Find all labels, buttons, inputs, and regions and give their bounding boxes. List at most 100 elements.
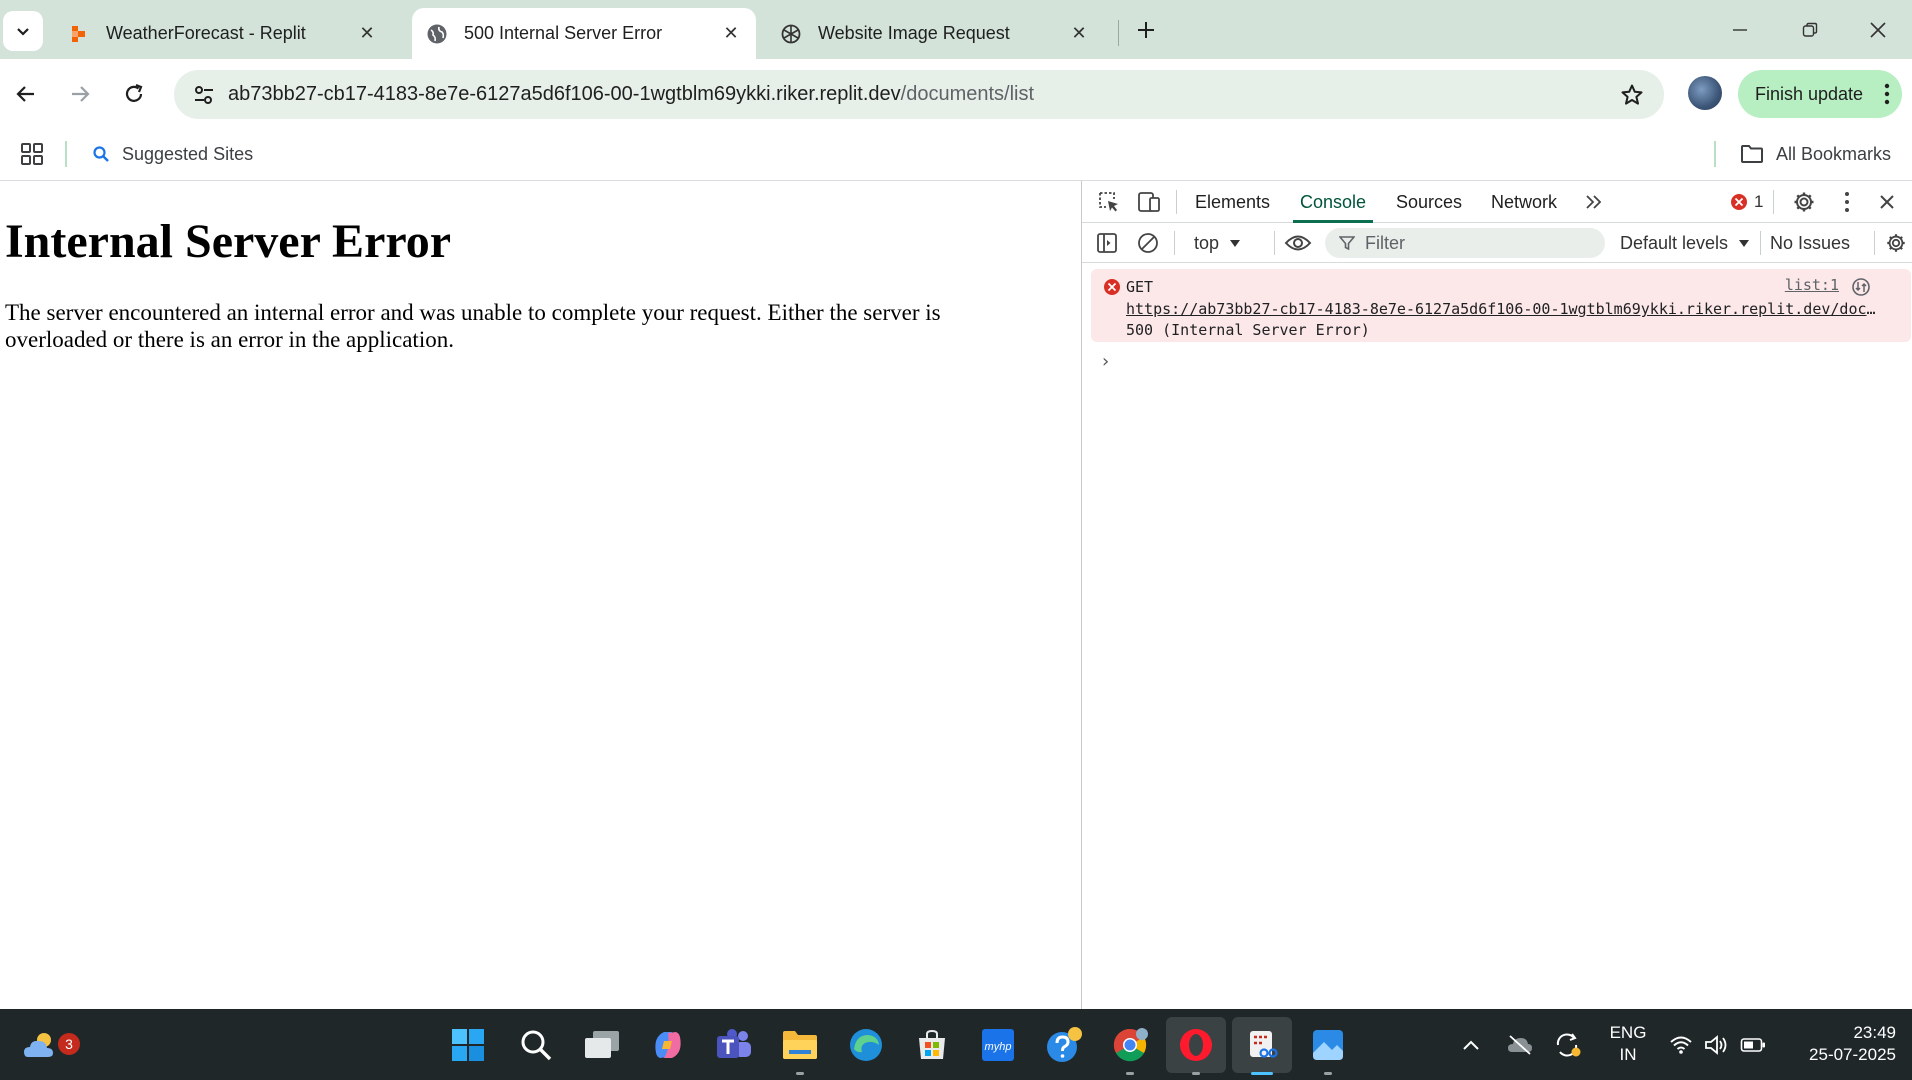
issues-counter[interactable]: No Issues (1770, 230, 1850, 256)
start-button[interactable] (446, 1023, 490, 1067)
input-language-button[interactable]: ENG IN (1603, 1022, 1653, 1066)
search-button[interactable] (514, 1023, 558, 1067)
clear-console-button[interactable] (1133, 228, 1163, 258)
myhp-button[interactable]: myhp (976, 1023, 1020, 1067)
show-hidden-icons-button[interactable] (1456, 1009, 1486, 1080)
wifi-button[interactable] (1666, 1009, 1696, 1080)
devtools-tab-sources[interactable]: Sources (1396, 181, 1462, 223)
error-message: The server encountered an internal error… (5, 300, 941, 352)
chrome-button[interactable] (1108, 1023, 1152, 1075)
error-counter[interactable]: 1 (1730, 192, 1763, 212)
tab-search-button[interactable] (3, 11, 43, 51)
edge-button[interactable] (844, 1023, 888, 1067)
chrome-icon (1113, 1028, 1148, 1062)
address-bar[interactable]: ab73bb27-cb17-4183-8e7e-6127a5d6f106-00-… (174, 70, 1664, 119)
battery-button[interactable] (1738, 1009, 1768, 1080)
more-tabs-button[interactable] (1579, 187, 1609, 217)
cloud-offline-icon (1508, 1034, 1532, 1055)
copilot-button[interactable] (646, 1023, 690, 1067)
site-info-button[interactable] (180, 75, 228, 115)
copilot-icon (655, 1032, 681, 1058)
taskbar: 3 myhp ENG IN 23:49 25-07-2025 (0, 1009, 1912, 1080)
profile-avatar[interactable] (1688, 76, 1722, 110)
forward-button[interactable] (60, 74, 100, 114)
devtools-tab-network[interactable]: Network (1491, 181, 1557, 223)
devtools-tab-console[interactable]: Console (1292, 181, 1374, 223)
folder-icon (783, 1031, 817, 1059)
error-icon (1104, 279, 1120, 295)
minimize-button[interactable] (1720, 12, 1760, 48)
block-icon (1138, 233, 1158, 253)
reload-button[interactable] (114, 74, 154, 114)
device-toolbar-button[interactable] (1134, 187, 1164, 217)
network-request-icon[interactable] (1851, 277, 1871, 297)
battery-icon (1740, 1037, 1765, 1052)
inspect-element-button[interactable] (1094, 187, 1124, 217)
url-text[interactable]: ab73bb27-cb17-4183-8e7e-6127a5d6f106-00-… (228, 83, 1034, 106)
volume-icon (1705, 1034, 1727, 1055)
tab-weatherforecast[interactable]: WeatherForecast - Replit ✕ (54, 8, 392, 59)
log-levels-dropdown[interactable]: Default levels (1620, 230, 1750, 256)
close-tab-icon[interactable]: ✕ (720, 23, 742, 45)
snipping-tool-icon (1250, 1031, 1278, 1058)
clock-button[interactable]: 23:49 25-07-2025 (1786, 1022, 1896, 1066)
console-filter-input[interactable]: Filter (1325, 228, 1605, 258)
photos-icon (1313, 1030, 1343, 1060)
devtools-tab-bar: Elements Console Sources Network 1 (1082, 181, 1912, 223)
console-settings-button[interactable] (1881, 228, 1911, 258)
browser-toolbar: ab73bb27-cb17-4183-8e7e-6127a5d6f106-00-… (0, 59, 1912, 129)
snipping-tool-button[interactable] (1232, 1017, 1292, 1075)
devtools-menu-button[interactable] (1832, 187, 1862, 217)
filter-placeholder: Filter (1365, 232, 1405, 253)
live-expression-button[interactable] (1283, 228, 1313, 258)
tab-website-image-request[interactable]: Website Image Request ✕ (766, 8, 1104, 59)
close-tab-icon[interactable]: ✕ (1068, 23, 1090, 45)
tab-500-error[interactable]: 500 Internal Server Error ✕ (412, 8, 756, 59)
folder-icon (1741, 145, 1763, 163)
microsoft-store-button[interactable] (910, 1023, 954, 1067)
close-devtools-button[interactable] (1872, 187, 1902, 217)
back-button[interactable] (6, 74, 46, 114)
more-vert-icon[interactable] (1884, 82, 1890, 106)
sync-button[interactable] (1550, 1009, 1586, 1080)
bookmark-star-button[interactable] (1614, 77, 1650, 113)
toolbar-divider (1773, 190, 1774, 214)
finish-update-button[interactable]: Finish update (1738, 70, 1902, 118)
restore-button[interactable] (1790, 12, 1830, 48)
tab-strip: WeatherForecast - Replit ✕ 500 Internal … (0, 0, 1912, 59)
context-selector[interactable]: top (1194, 230, 1241, 256)
photos-button[interactable] (1306, 1023, 1350, 1075)
inspect-icon (1099, 192, 1118, 212)
toolbar-divider (1874, 231, 1875, 255)
volume-button[interactable] (1702, 1009, 1732, 1080)
task-view-icon (585, 1031, 619, 1058)
get-help-button[interactable] (1042, 1023, 1086, 1067)
wifi-icon (1670, 1036, 1692, 1054)
close-tab-icon[interactable]: ✕ (356, 23, 378, 45)
onedrive-button[interactable] (1502, 1009, 1538, 1080)
request-url-link[interactable]: https://ab73bb27-cb17-4183-8e7e-6127a5d6… (1126, 300, 1876, 318)
devtools-tab-elements[interactable]: Elements (1195, 181, 1270, 223)
console-prompt[interactable]: › (1100, 351, 1111, 372)
file-explorer-button[interactable] (778, 1023, 822, 1075)
bookmark-suggested-sites[interactable]: Suggested Sites (92, 139, 253, 169)
svg-text:myhp: myhp (985, 1041, 1012, 1053)
opera-button[interactable] (1166, 1017, 1226, 1075)
source-link[interactable]: list:1 (1785, 276, 1839, 294)
weather-widget-button[interactable]: 3 (18, 1023, 80, 1067)
bookmarks-divider (65, 141, 67, 167)
teams-button[interactable] (712, 1023, 756, 1067)
running-indicator (1126, 1072, 1134, 1075)
tune-icon (195, 85, 213, 104)
all-bookmarks-button[interactable]: All Bookmarks (1740, 139, 1891, 169)
edge-icon (850, 1029, 882, 1061)
notification-badge: 3 (58, 1033, 80, 1055)
close-window-button[interactable] (1858, 12, 1898, 48)
show-sidebar-button[interactable] (1092, 228, 1122, 258)
teams-icon (717, 1029, 751, 1058)
devtools-settings-button[interactable] (1789, 187, 1819, 217)
console-error-message: GET list:1 https://ab73bb27-cb17-4183-8e… (1091, 269, 1911, 342)
task-view-button[interactable] (580, 1023, 624, 1067)
new-tab-button[interactable] (1130, 14, 1162, 46)
apps-grid-icon[interactable] (20, 142, 44, 166)
